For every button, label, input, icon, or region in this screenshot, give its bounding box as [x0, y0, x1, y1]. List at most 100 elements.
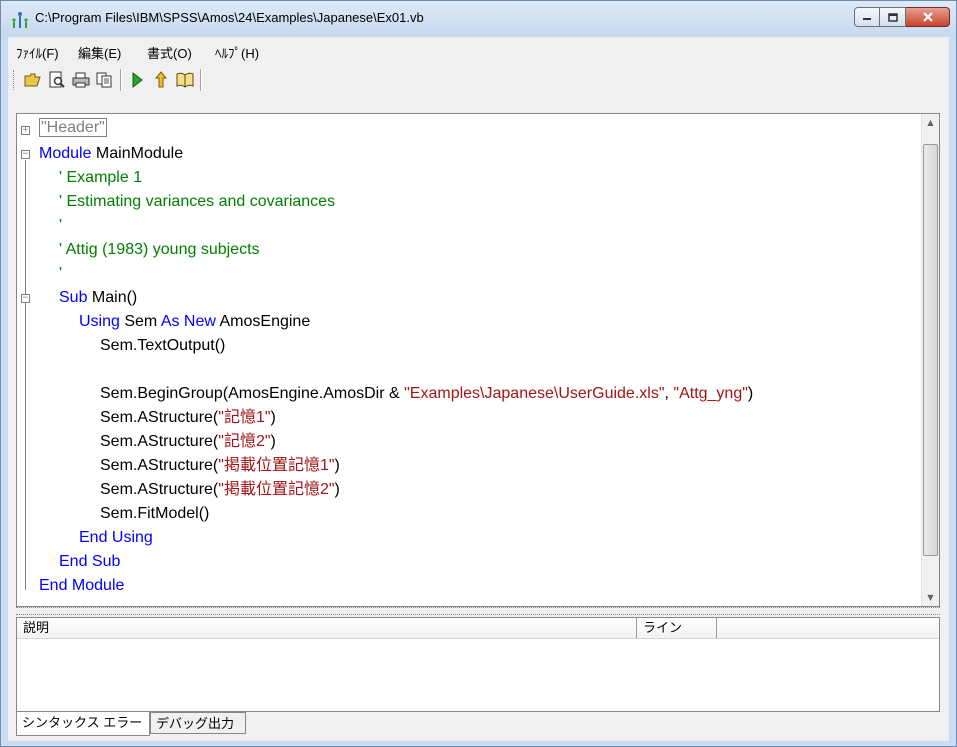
code-text: Main(): [87, 289, 138, 306]
copy-button[interactable]: [94, 69, 116, 91]
scroll-thumb[interactable]: [923, 144, 938, 556]
code-keyword: End Module: [39, 577, 125, 594]
menu-help[interactable]: ﾍﾙﾌﾟ(H): [215, 43, 259, 62]
code-keyword: Module: [39, 145, 92, 162]
code-line: Sem.TextOutput(): [100, 336, 225, 356]
column-extra[interactable]: [717, 618, 939, 638]
code-string: "Examples\Japanese\UserGuide.xls": [404, 385, 665, 402]
code-text: MainModule: [91, 145, 184, 162]
code-string: "Attg_yng": [673, 385, 748, 402]
code-comment: ': [59, 217, 63, 234]
code-keyword: Sub: [59, 289, 88, 306]
tab-syntax-errors[interactable]: シンタックス エラー: [16, 712, 150, 736]
maximize-icon: [887, 12, 898, 22]
code-line: Using Sem As New AmosEngine: [79, 312, 310, 332]
code-text: Sem.AStructure(: [100, 457, 219, 474]
code-line: ' Attig (1983) young subjects: [59, 240, 260, 260]
caption-buttons: [854, 7, 950, 27]
code-keyword: End Using: [79, 529, 153, 546]
code-keyword: End Sub: [59, 553, 121, 570]
print-button[interactable]: [70, 69, 92, 91]
code-line: Sem.FitModel(): [100, 504, 209, 524]
minimize-icon: [863, 18, 871, 20]
code-editor[interactable]: + − − "Header" Module MainModule ' Examp…: [16, 113, 940, 607]
code-line: End Using: [79, 528, 153, 548]
code-line: End Sub: [59, 552, 120, 572]
menu-format[interactable]: 書式(O): [147, 43, 192, 62]
run-button[interactable]: [126, 69, 148, 91]
code-line: ': [59, 216, 62, 236]
print-preview-button[interactable]: [46, 69, 68, 91]
code-line: Sem.AStructure("記憶2"): [100, 432, 276, 452]
code-line: ' Example 1: [59, 168, 142, 188]
code-text: ): [270, 409, 276, 426]
toolbar-separator-end: [200, 69, 202, 91]
code-text: ): [270, 433, 276, 450]
column-description[interactable]: 説明: [17, 618, 637, 638]
code-text: ): [334, 457, 340, 474]
code-comment: ' Attig (1983) young subjects: [59, 241, 260, 258]
code-comment: ' Example 1: [59, 169, 143, 186]
toolbar: [8, 65, 949, 95]
tab-debug-output[interactable]: デバッグ出力: [150, 712, 246, 734]
menu-bar: ﾌｧｲﾙ(F) 編集(E) 書式(O) ﾍﾙﾌﾟ(H): [8, 37, 949, 63]
code-line: ': [59, 264, 62, 284]
help-book-icon: [176, 72, 194, 88]
help-button[interactable]: [174, 69, 196, 91]
column-line[interactable]: ライン: [637, 618, 717, 638]
app-window: C:\Program Files\IBM\SPSS\Amos\24\Exampl…: [0, 0, 957, 747]
step-icon: [154, 71, 168, 88]
code-text: Sem.AStructure(: [100, 433, 219, 450]
scroll-down-icon[interactable]: ▼: [922, 589, 939, 606]
menu-file[interactable]: ﾌｧｲﾙ(F): [16, 43, 59, 62]
code-text: Sem.TextOutput(): [100, 337, 226, 354]
code-text: ): [334, 481, 340, 498]
header-region-label[interactable]: "Header": [39, 118, 107, 137]
collapse-sub-icon[interactable]: −: [21, 294, 30, 303]
open-folder-icon: [24, 73, 41, 87]
code-text: AmosEngine: [215, 313, 311, 330]
code-keyword: Using: [79, 313, 120, 330]
amos-app-icon: [12, 12, 28, 28]
pane-splitter[interactable]: [16, 607, 940, 615]
code-line: Sub Main(): [59, 288, 137, 308]
toolbar-grip[interactable]: [13, 70, 17, 90]
open-button[interactable]: [22, 69, 44, 91]
toolbar-separator: [120, 69, 122, 91]
error-list-panel: 説明 ライン: [16, 617, 940, 712]
code-string: "記憶2": [218, 433, 271, 450]
scroll-up-icon[interactable]: ▲: [922, 114, 939, 131]
code-text: Sem.BeginGroup(AmosEngine.AmosDir &: [100, 385, 405, 402]
header-region-line: "Header": [39, 118, 107, 138]
code-area[interactable]: + − − "Header" Module MainModule ' Examp…: [17, 114, 923, 606]
title-bar[interactable]: C:\Program Files\IBM\SPSS\Amos\24\Exampl…: [1, 1, 956, 37]
minimize-button[interactable]: [854, 7, 880, 27]
code-string: "掲載位置記憶1": [218, 457, 335, 474]
copy-icon: [96, 72, 112, 88]
code-line: Module MainModule: [39, 144, 183, 164]
run-icon: [132, 72, 143, 88]
close-icon: [922, 12, 933, 22]
window-title: C:\Program Files\IBM\SPSS\Amos\24\Exampl…: [35, 10, 424, 25]
code-line: End Module: [39, 576, 124, 596]
code-line: Sem.AStructure("記憶1"): [100, 408, 276, 428]
code-keyword: As New: [160, 313, 216, 330]
close-button[interactable]: [906, 7, 950, 27]
vertical-scrollbar[interactable]: ▲ ▼: [921, 114, 939, 606]
step-button[interactable]: [150, 69, 172, 91]
menu-edit[interactable]: 編集(E): [78, 43, 121, 62]
error-list-header: 説明 ライン: [17, 618, 939, 639]
code-text: Sem.AStructure(: [100, 409, 219, 426]
client-area: ﾌｧｲﾙ(F) 編集(E) 書式(O) ﾍﾙﾌﾟ(H) + − − "Heade…: [8, 37, 949, 741]
maximize-button[interactable]: [880, 7, 906, 27]
expand-header-icon[interactable]: +: [21, 126, 30, 135]
print-preview-icon: [49, 71, 65, 88]
code-line: Sem.AStructure("掲載位置記憶2"): [100, 480, 340, 500]
fold-guide: [25, 160, 26, 590]
code-text: Sem.FitModel(): [100, 505, 210, 522]
code-string: "掲載位置記憶2": [218, 481, 335, 498]
code-line: Sem.AStructure("掲載位置記憶1"): [100, 456, 340, 476]
code-line: ' Estimating variances and covariances: [59, 192, 335, 212]
code-comment: ' Estimating variances and covariances: [59, 193, 336, 210]
collapse-module-icon[interactable]: −: [21, 150, 30, 159]
